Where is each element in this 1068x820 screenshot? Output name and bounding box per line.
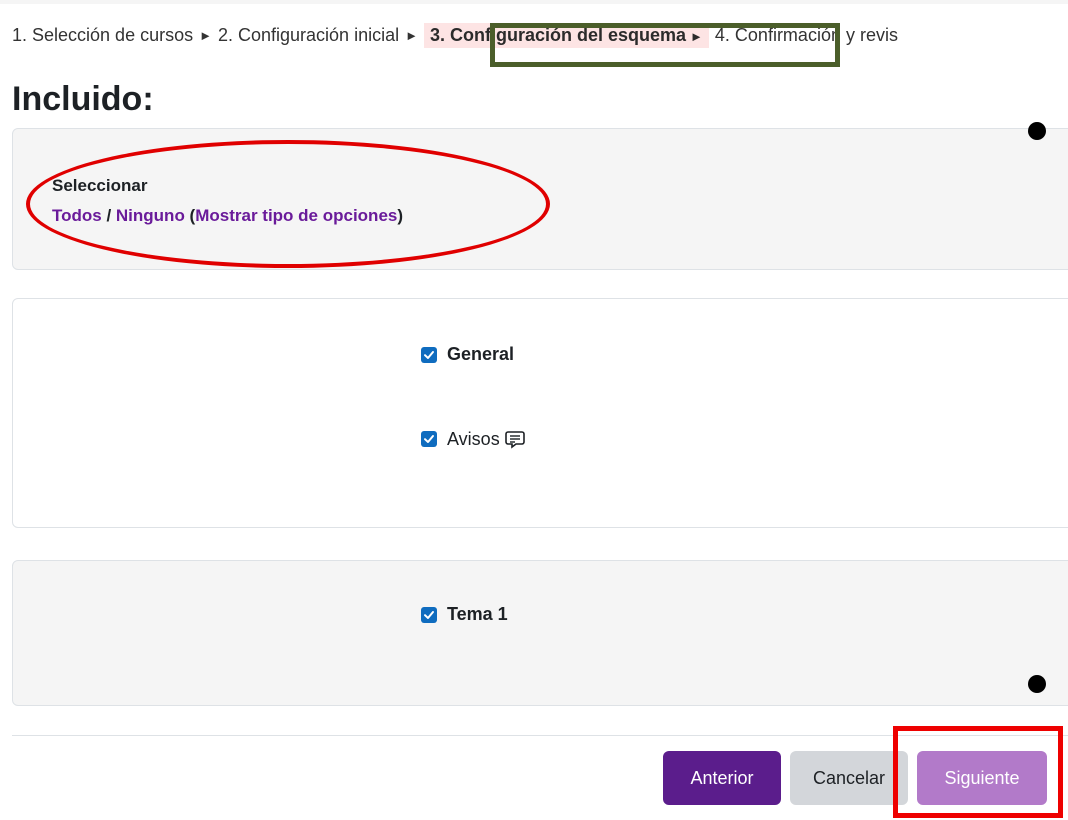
general-checkbox[interactable] [421,346,437,363]
avisos-checkbox-row[interactable]: Avisos [421,428,526,450]
breadcrumb-step-2: 2. Configuración inicial [217,24,400,45]
annotation-ellipse [26,140,550,268]
tema1-section-panel [12,560,1068,706]
forum-icon [504,431,525,449]
breadcrumb-separator-icon: ► [405,27,418,43]
avisos-label: Avisos [447,428,500,449]
general-label: General [447,344,515,364]
tema1-label: Tema 1 [447,604,508,624]
general-section-panel [12,298,1068,528]
checkmark-icon [424,350,434,359]
annotation-dot [1028,122,1046,140]
breadcrumb-separator-icon: ► [199,27,212,43]
page: 1. Selección de cursos ► 2. Configuració… [0,0,1068,820]
tema1-checkbox[interactable] [421,606,437,623]
annotation-highlight-box [893,726,1063,818]
avisos-checkbox[interactable] [421,431,437,447]
annotation-dot [1028,675,1046,693]
breadcrumb-step-1: 1. Selección de cursos [12,24,194,45]
previous-button[interactable]: Anterior [663,751,781,805]
annotation-highlight-box [490,23,840,67]
page-title: Incluido: [12,80,154,118]
tema1-checkbox-row[interactable]: Tema 1 [421,604,508,625]
checkmark-icon [424,435,434,443]
top-border [0,0,1068,4]
checkmark-icon [424,610,434,619]
general-checkbox-row[interactable]: General [421,344,514,365]
cancel-button[interactable]: Cancelar [790,751,908,805]
